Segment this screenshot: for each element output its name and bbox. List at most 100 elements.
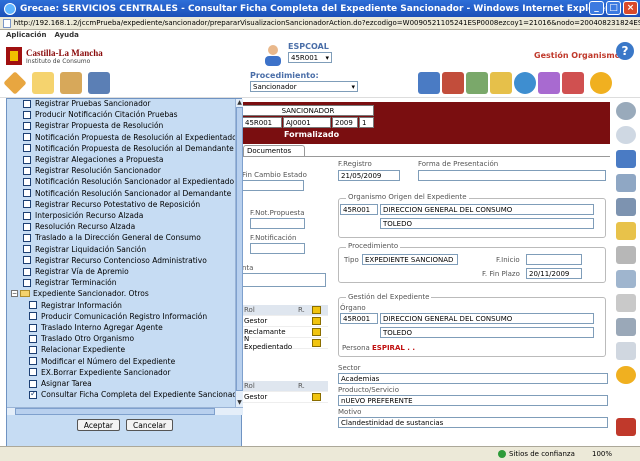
globe-icon[interactable] (514, 72, 536, 94)
menu-aplicacion[interactable]: Aplicación (6, 31, 46, 39)
list-item[interactable]: Notificación Resolución Sancionador al D… (23, 188, 231, 199)
table-row[interactable]: Gestor (242, 392, 328, 403)
gear-icon[interactable] (590, 72, 612, 94)
f-fin-plazo-field[interactable]: 20/11/2009 (526, 268, 582, 279)
checkbox[interactable] (23, 166, 31, 175)
list-item[interactable]: Registrar Liquidación Sanción (23, 244, 146, 255)
archive-icon[interactable] (88, 72, 110, 94)
notes-icon[interactable] (466, 72, 488, 94)
scroll-up-icon[interactable]: ▲ (236, 99, 243, 106)
list-item[interactable]: Interposición Recurso Alzada (23, 210, 143, 221)
copy-icon[interactable] (616, 270, 636, 288)
maximize-button[interactable]: □ (606, 1, 621, 15)
checkbox[interactable] (23, 267, 31, 276)
list-item[interactable]: Traslado Otro Organismo (29, 333, 134, 344)
list-item[interactable]: Registrar Información (29, 300, 122, 311)
list-item[interactable]: Notificación Propuesta de Resolución al … (23, 143, 234, 154)
document-icon[interactable] (616, 174, 636, 192)
list-item[interactable]: − Expediente Sancionador. Otros (11, 288, 149, 299)
list-item[interactable]: Relacionar Expediente (29, 344, 125, 355)
note-icon[interactable] (312, 317, 321, 325)
checkbox[interactable] (29, 389, 37, 399)
list-item[interactable]: EX.Borrar Expediente Sancionador (29, 367, 171, 378)
close-button[interactable]: × (623, 1, 638, 15)
address-url[interactable]: http://192.168.1.2/jccmPrueba/expediente… (14, 19, 640, 27)
list-item[interactable]: Registrar Recurso Potestativo de Reposic… (23, 199, 200, 210)
print-icon[interactable] (418, 72, 440, 94)
checkbox[interactable] (29, 379, 37, 388)
list-item[interactable]: Registrar Propuesta de Resolución (23, 120, 163, 131)
list-item[interactable]: Modificar el Número del Expediente (29, 356, 175, 367)
list-item[interactable]: Registrar Terminación (23, 277, 117, 288)
list-item[interactable]: Producir Notificación Citación Pruebas (23, 109, 178, 120)
list-item[interactable]: Registrar Alegaciones a Propuesta (23, 154, 163, 165)
magnifier-icon[interactable] (616, 102, 636, 120)
list-item[interactable]: Registrar Vía de Apremio (23, 266, 129, 277)
note-icon[interactable] (312, 339, 321, 347)
checkbox[interactable] (29, 368, 37, 377)
exit-icon[interactable] (616, 418, 636, 436)
books-icon[interactable] (442, 72, 464, 94)
checkbox[interactable] (29, 334, 37, 343)
procedente-field[interactable] (242, 273, 326, 287)
stamp-icon[interactable] (616, 318, 636, 336)
checkbox[interactable] (23, 222, 31, 231)
list-item[interactable]: Traslado Interno Agregar Agente (29, 322, 163, 333)
collapse-icon[interactable]: − (11, 290, 18, 298)
user-select[interactable]: 45R001 ▾ (288, 52, 332, 63)
gest-name-field[interactable]: DIRECCION GENERAL DEL CONSUMO (380, 313, 594, 324)
list-item[interactable]: Traslado a la Dirección General de Consu… (23, 232, 201, 243)
checkbox[interactable] (23, 155, 31, 164)
table-row[interactable]: Gestor (242, 316, 328, 327)
motivo-field[interactable]: Clandestinidad de sustancias (338, 417, 608, 428)
f-notificacion-field[interactable] (250, 243, 305, 254)
gestion-organismo-link[interactable]: Gestión Organismo (534, 51, 620, 60)
forma-presentacion-field[interactable] (418, 170, 606, 181)
checkbox[interactable] (23, 133, 31, 142)
producto-field[interactable]: nUEVO PREFERENTE (338, 395, 608, 406)
list-item[interactable]: Notificación Resolución Sancionador al E… (23, 176, 234, 187)
checkbox[interactable] (29, 323, 37, 332)
tab-documentos[interactable]: Documentos (243, 145, 305, 156)
list-item[interactable]: Resolución Recurso Alzada (23, 221, 135, 232)
help-icon[interactable]: ? (616, 42, 634, 60)
list-item[interactable]: Registrar Resolución Sancionador (23, 165, 161, 176)
note-icon[interactable] (312, 328, 321, 336)
checkbox[interactable] (23, 256, 31, 265)
address-bar[interactable]: http://192.168.1.2/jccmPrueba/expediente… (0, 17, 640, 30)
message-icon[interactable] (490, 72, 512, 94)
cancel-button[interactable]: Cancelar (126, 419, 174, 431)
table-row[interactable]: N Expedientado (242, 335, 328, 351)
circle-icon[interactable] (616, 126, 636, 144)
tools-icon[interactable] (562, 72, 584, 94)
list-item[interactable]: Producir Comunicación Registro Informaci… (29, 311, 207, 322)
org-city-field[interactable]: TOLEDO (380, 218, 594, 229)
printer-icon[interactable] (616, 246, 636, 264)
f-registro-field[interactable]: 21/05/2009 (338, 170, 400, 181)
checkbox[interactable] (23, 278, 31, 287)
checkbox[interactable] (23, 110, 31, 119)
org-code-field[interactable]: 45R001 (340, 204, 378, 215)
sector-field[interactable]: Academias (338, 373, 608, 384)
hscroll-thumb[interactable] (15, 408, 215, 415)
checkbox[interactable] (23, 200, 31, 209)
zoom-level[interactable]: 100% (592, 450, 612, 458)
paper-icon[interactable] (616, 294, 636, 312)
folder-icon[interactable] (60, 72, 82, 94)
checkbox[interactable] (29, 312, 37, 321)
checkbox[interactable] (23, 189, 31, 198)
tipo-field[interactable]: EXPEDIENTE SANCIONAD (362, 254, 458, 265)
checkbox[interactable] (23, 121, 31, 130)
scroll-thumb[interactable] (236, 107, 243, 391)
checkbox[interactable] (29, 357, 37, 366)
f-not-propuesta-field[interactable] (250, 218, 305, 229)
procedimiento-select[interactable]: Sancionador ▾ (250, 81, 358, 92)
note-icon[interactable] (312, 306, 321, 314)
menu-ayuda[interactable]: Ayuda (54, 31, 78, 39)
font-icon[interactable] (616, 342, 636, 360)
list-item[interactable]: Consultar Ficha Completa del Expediente … (29, 389, 235, 400)
fin-cambio-estado-field[interactable] (242, 180, 304, 191)
minimize-button[interactable]: _ (589, 1, 604, 15)
list-item[interactable]: Registrar Pruebas Sancionador (23, 99, 151, 109)
accept-button[interactable]: Aceptar (76, 419, 121, 431)
